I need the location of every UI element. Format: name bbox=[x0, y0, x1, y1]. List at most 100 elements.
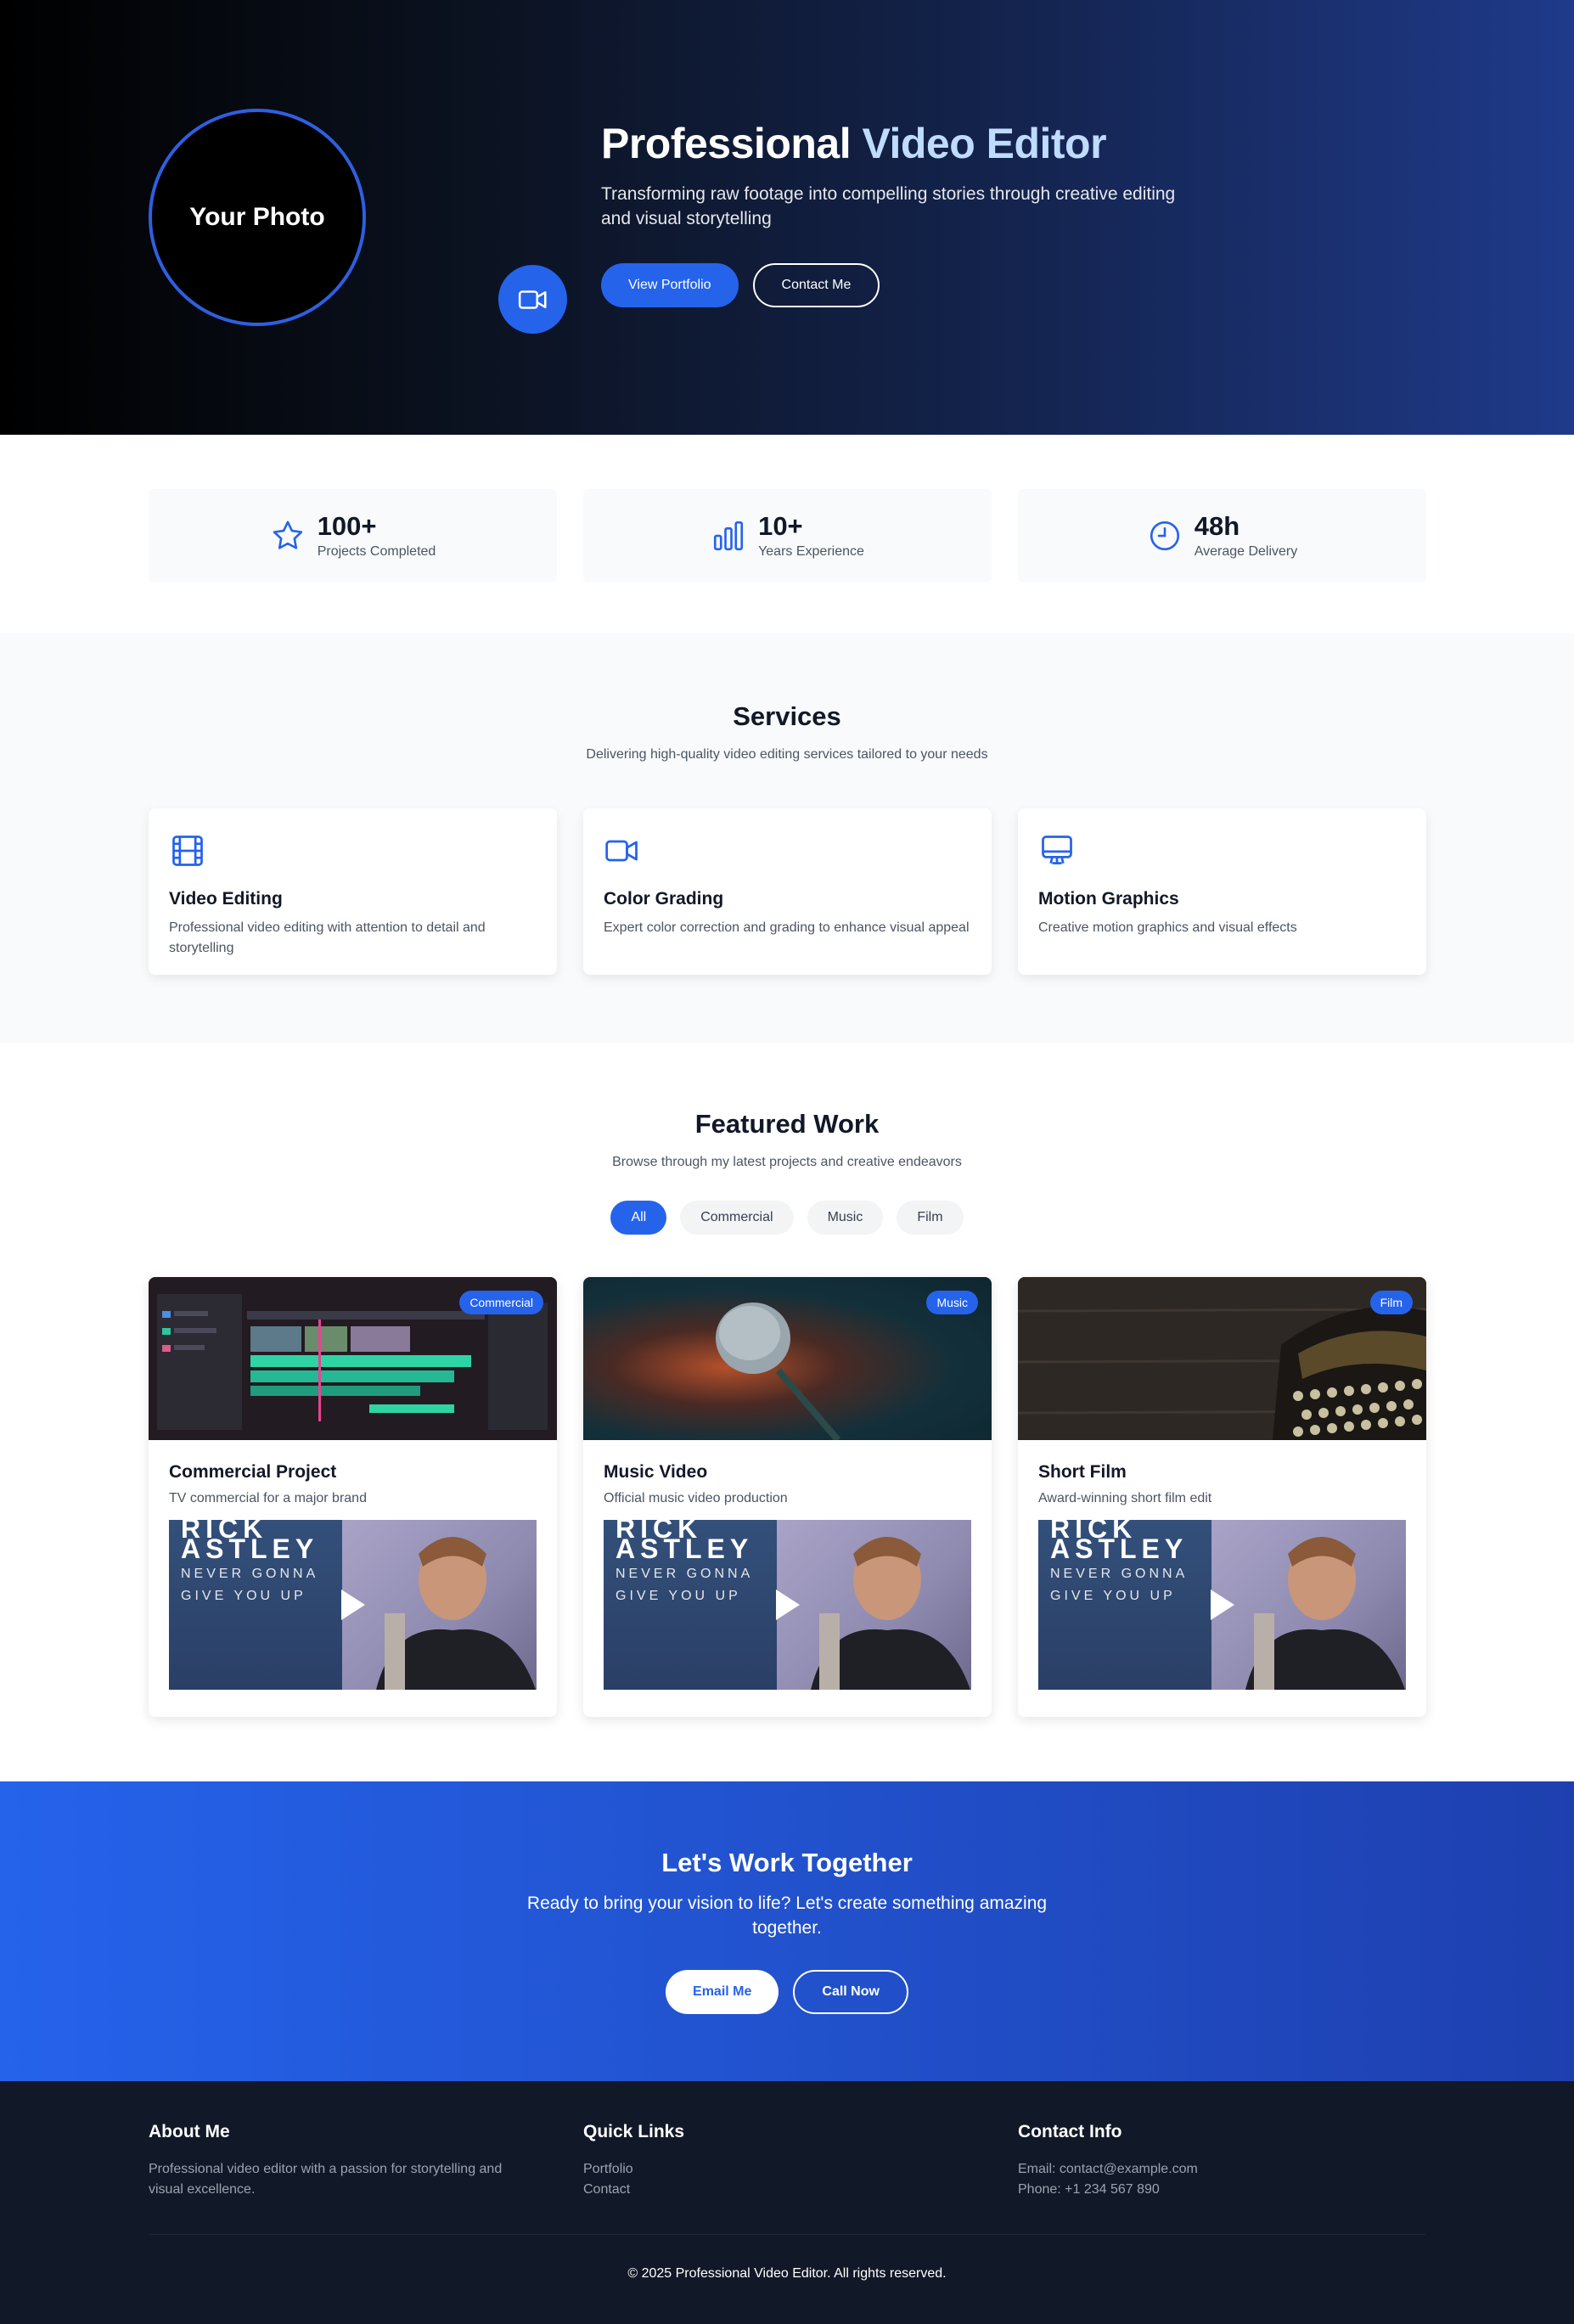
stat-value: 100+ bbox=[317, 510, 377, 541]
video-subtitle-line: GIVE YOU UP bbox=[616, 1589, 741, 1603]
profile-photo-placeholder: Your Photo bbox=[149, 109, 366, 326]
footer-contact-title: Contact Info bbox=[1018, 2122, 1122, 2141]
project-title: Commercial Project bbox=[169, 1462, 337, 1482]
video-player[interactable]: RICK ASTLEY NEVER GONNA GIVE YOU UP bbox=[169, 1520, 537, 1690]
star-icon bbox=[273, 521, 302, 549]
service-description: Creative motion graphics and visual effe… bbox=[1038, 920, 1297, 935]
play-icon[interactable] bbox=[341, 1590, 365, 1620]
call-now-button[interactable]: Call Now bbox=[793, 1970, 908, 2014]
footer-about: About Me Professional video editor with … bbox=[149, 2122, 557, 2200]
project-thumbnail: Film bbox=[1018, 1277, 1426, 1440]
services-title: Services bbox=[733, 701, 841, 731]
footer-contact-list: Email: contact@example.com Phone: +1 234… bbox=[1018, 2159, 1426, 2200]
footer-quick-links: Quick Links Portfolio Contact bbox=[583, 2122, 992, 2200]
service-title: Motion Graphics bbox=[1038, 889, 1179, 909]
stat-label: Average Delivery bbox=[1194, 543, 1298, 559]
service-card-motion-graphics: Motion Graphics Creative motion graphics… bbox=[1018, 808, 1426, 975]
service-title: Video Editing bbox=[169, 889, 283, 909]
service-card-video-editing: Video Editing Professional video editing… bbox=[149, 808, 557, 975]
footer: About Me Professional video editor with … bbox=[0, 2081, 1574, 2324]
video-thumbnail-text: RICK ASTLEY NEVER GONNA GIVE YOU UP bbox=[1038, 1520, 1211, 1690]
service-description: Professional video editing with attentio… bbox=[169, 920, 486, 955]
filter-film[interactable]: Film bbox=[897, 1201, 964, 1235]
project-card-commercial[interactable]: Commercial Commercial Project TV commerc… bbox=[149, 1277, 557, 1717]
video-subtitle-line: GIVE YOU UP bbox=[181, 1589, 306, 1603]
video-camera-icon bbox=[518, 290, 547, 309]
service-card-color-grading: Color Grading Expert color correction an… bbox=[583, 808, 992, 975]
footer-divider bbox=[149, 2234, 1425, 2235]
category-badge: Film bbox=[1369, 1291, 1413, 1314]
hero-text: Professional Video Editor Transforming r… bbox=[601, 121, 1195, 232]
footer-email[interactable]: Email: contact@example.com bbox=[1018, 2159, 1426, 2180]
play-icon[interactable] bbox=[1211, 1590, 1234, 1620]
project-description: TV commercial for a major brand bbox=[169, 1491, 367, 1505]
typewriter-image bbox=[1018, 1277, 1426, 1440]
hero-buttons: View Portfolio Contact Me bbox=[601, 263, 880, 307]
stat-value: 10+ bbox=[758, 510, 803, 541]
video-title-line: ASTLEY bbox=[181, 1533, 319, 1564]
project-description: Award-winning short film edit bbox=[1038, 1491, 1212, 1505]
video-title-line: ASTLEY bbox=[1050, 1533, 1189, 1564]
footer-links-title: Quick Links bbox=[583, 2122, 685, 2141]
video-thumbnail-text: RICK ASTLEY NEVER GONNA GIVE YOU UP bbox=[604, 1520, 777, 1690]
video-player[interactable]: RICK ASTLEY NEVER GONNA GIVE YOU UP bbox=[1038, 1520, 1406, 1690]
project-title: Short Film bbox=[1038, 1462, 1127, 1482]
service-title: Color Grading bbox=[604, 889, 724, 909]
photo-label: Your Photo bbox=[189, 203, 325, 231]
singer-image bbox=[376, 1537, 536, 1690]
featured-work-title: Featured Work bbox=[694, 1109, 880, 1139]
stat-projects: 100+ Projects Completed bbox=[149, 489, 557, 582]
play-icon[interactable] bbox=[776, 1590, 800, 1620]
stat-text: 48h Average Delivery bbox=[1195, 513, 1298, 560]
hero-title: Professional Video Editor bbox=[601, 121, 1195, 167]
footer-about-text: Professional video editor with a passion… bbox=[149, 2162, 503, 2197]
hero-section: Your Photo Professional Video Editor Tra… bbox=[0, 0, 1574, 435]
video-camera-badge bbox=[498, 265, 567, 334]
singer-image bbox=[1245, 1537, 1405, 1690]
video-subtitle-line: NEVER GONNA bbox=[181, 1567, 319, 1581]
video-thumbnail-image bbox=[342, 1520, 537, 1690]
video-camera-icon bbox=[605, 840, 638, 862]
stat-label: Projects Completed bbox=[317, 543, 436, 559]
video-subtitle-line: NEVER GONNA bbox=[1050, 1567, 1189, 1581]
singer-image bbox=[811, 1537, 970, 1690]
stat-experience: 10+ Years Experience bbox=[583, 489, 992, 582]
featured-work-subtitle: Browse through my latest projects and cr… bbox=[612, 1155, 962, 1169]
cta-buttons: Email Me Call Now bbox=[0, 1970, 1574, 2014]
hero-title-main: Professional bbox=[601, 120, 863, 167]
view-portfolio-button[interactable]: View Portfolio bbox=[601, 263, 739, 307]
email-me-button[interactable]: Email Me bbox=[666, 1970, 779, 2014]
filter-all[interactable]: All bbox=[610, 1201, 667, 1235]
contact-me-button[interactable]: Contact Me bbox=[752, 263, 880, 307]
video-subtitle-line: NEVER GONNA bbox=[616, 1567, 754, 1581]
stats-section: 100+ Projects Completed 10+ Years Experi… bbox=[0, 435, 1574, 633]
footer-links-list: Portfolio Contact bbox=[583, 2159, 992, 2200]
cta-title: Let's Work Together bbox=[661, 1848, 913, 1877]
filter-tabs: All Commercial Music Film bbox=[0, 1201, 1574, 1235]
footer-link-portfolio[interactable]: Portfolio bbox=[583, 2159, 992, 2180]
stat-value: 48h bbox=[1194, 510, 1240, 541]
project-card-music[interactable]: Music Music Video Official music video p… bbox=[583, 1277, 992, 1717]
project-title: Music Video bbox=[604, 1462, 708, 1482]
hero-title-accent: Video Editor bbox=[862, 120, 1107, 167]
project-card-film[interactable]: Film Short Film Award-winning short film… bbox=[1018, 1277, 1426, 1717]
footer-phone[interactable]: Phone: +1 234 567 890 bbox=[1018, 2180, 1426, 2200]
video-title-line: ASTLEY bbox=[616, 1533, 754, 1564]
filter-commercial[interactable]: Commercial bbox=[680, 1201, 794, 1235]
project-description: Official music video production bbox=[604, 1491, 788, 1505]
filter-music[interactable]: Music bbox=[807, 1201, 884, 1235]
project-thumbnail: Commercial bbox=[149, 1277, 557, 1440]
services-section: Services Delivering high-quality video e… bbox=[0, 633, 1574, 1043]
video-player[interactable]: RICK ASTLEY NEVER GONNA GIVE YOU UP bbox=[604, 1520, 971, 1690]
cta-section: Let's Work Together Ready to bring your … bbox=[0, 1781, 1574, 2081]
footer-contact: Contact Info Email: contact@example.com … bbox=[1018, 2122, 1426, 2200]
film-icon bbox=[172, 836, 203, 866]
services-subtitle: Delivering high-quality video editing se… bbox=[586, 747, 988, 762]
video-thumbnail-image bbox=[777, 1520, 971, 1690]
stat-label: Years Experience bbox=[758, 543, 864, 559]
footer-about-title: About Me bbox=[149, 2122, 230, 2141]
hero-subtitle: Transforming raw footage into compelling… bbox=[601, 184, 1176, 228]
stat-delivery: 48h Average Delivery bbox=[1018, 489, 1426, 582]
clock-icon bbox=[1150, 521, 1179, 551]
footer-link-contact[interactable]: Contact bbox=[583, 2180, 992, 2200]
